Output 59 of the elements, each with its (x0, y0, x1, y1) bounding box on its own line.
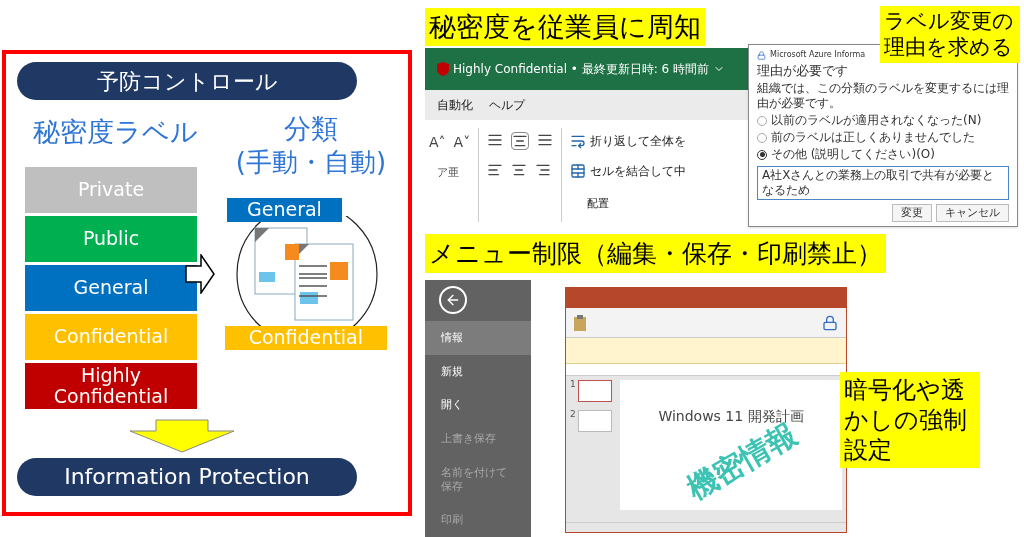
shield-icon (437, 62, 449, 76)
radio-button[interactable] (757, 115, 767, 126)
merge-cells-button[interactable]: セルを結合して中 (590, 162, 686, 180)
document-label: General (227, 198, 342, 222)
justification-field[interactable]: A社Xさんとの業務上の取引で共有が必要となるため (757, 166, 1009, 201)
sensitivity-label: Private (25, 166, 197, 213)
wrap-text-button[interactable]: 折り返して全体を (590, 132, 686, 150)
dialog-button[interactable]: キャンセル (936, 204, 1009, 223)
align-middle-icon[interactable] (511, 132, 529, 150)
lock-icon (757, 50, 766, 60)
dialog-message: 組織では、この分類のラベルを変更するには理由が必要です。 (757, 81, 1009, 112)
radio-button[interactable] (757, 132, 767, 143)
dialog-button[interactable]: 変更 (892, 204, 932, 223)
merge-cells-icon[interactable] (570, 163, 586, 179)
align-top-icon[interactable] (487, 132, 503, 148)
option-label[interactable]: 前のラベルは正しくありませんでした (771, 130, 975, 146)
paste-icon[interactable] (574, 314, 586, 331)
column-heading: 分類 (284, 112, 338, 146)
menu-tab[interactable]: ヘルプ (489, 96, 525, 114)
font-size-button[interactable]: A˅ (453, 132, 471, 153)
align-right-icon[interactable] (535, 162, 551, 178)
slide-number: 1 (570, 380, 576, 391)
column-heading: 秘密度ラベル (32, 115, 198, 149)
protect-icon[interactable] (822, 314, 838, 331)
callout-label: 秘密度を従業員に周知 (425, 8, 705, 46)
callout-label: 暗号化や透かしの強制設定 (840, 372, 980, 468)
option-label[interactable]: 以前のラベルが適用されなくなった(N) (771, 113, 982, 129)
sensitivity-label: General (25, 264, 197, 311)
sensitivity-label: Public (25, 215, 197, 262)
menu-item[interactable]: 開く (425, 388, 531, 422)
slide-number: 2 (570, 410, 576, 421)
slide-title: Windows 11 開発計画 (658, 407, 804, 424)
document-label: Confidential (224, 326, 387, 350)
align-bottom-icon[interactable] (537, 132, 553, 148)
callout-label: メニュー制限（編集・保存・印刷禁止） (425, 234, 886, 274)
slide-thumbnail[interactable] (577, 380, 612, 402)
dialog-heading: 理由が必要です (757, 63, 849, 80)
arrow-icon (185, 254, 215, 294)
menu-item[interactable]: 新規 (425, 354, 531, 389)
align-center-icon[interactable] (511, 162, 527, 178)
down-arrow-icon (129, 418, 235, 453)
slide-thumbnail[interactable] (577, 410, 612, 432)
section-title: 予防コントロール (17, 62, 357, 100)
menu-tab[interactable]: 自動化 (437, 96, 473, 114)
phonetic-button[interactable]: ア亜 (429, 165, 478, 182)
font-size-button[interactable]: A˄ (429, 132, 446, 153)
group-label: 配置 (587, 196, 609, 212)
align-left-icon[interactable] (487, 162, 503, 178)
sensitivity-label: Highly Confidential (25, 362, 197, 409)
column-heading: (手動・自動) (235, 145, 387, 179)
option-label[interactable]: その他 (説明してください)(O) (771, 147, 935, 163)
section-title: Information Protection (17, 457, 357, 496)
dialog-title: Microsoft Azure Informa (770, 49, 866, 61)
wrap-text-icon[interactable] (570, 133, 586, 149)
menu-item[interactable]: 情報 (425, 320, 531, 355)
sensitivity-label: Confidential (25, 313, 197, 360)
back-icon[interactable] (439, 286, 467, 315)
callout-label: ラベル変更の理由を求める (880, 6, 1020, 63)
radio-button[interactable] (757, 149, 767, 160)
